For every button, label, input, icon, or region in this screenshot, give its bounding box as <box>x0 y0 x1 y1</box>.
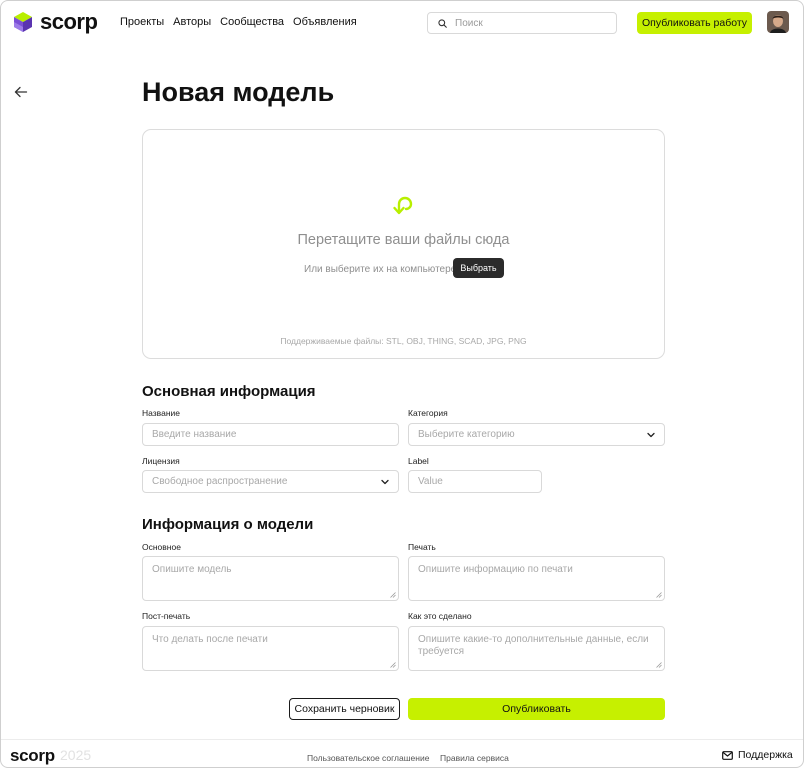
basic-info-title: Основная информация <box>142 383 316 400</box>
file-dropzone[interactable]: Перетащите ваши файлы сюда Или выберите … <box>142 129 665 359</box>
page-title: Новая модель <box>142 77 335 107</box>
resize-grip-icon[interactable] <box>390 662 396 668</box>
footer: scorp 2025 Пользовательское соглашение П… <box>1 739 803 767</box>
logo[interactable]: scorp <box>13 9 98 34</box>
footer-logo[interactable]: scorp <box>10 746 55 766</box>
name-label: Название <box>142 408 180 418</box>
save-draft-button[interactable]: Сохранить черновик <box>289 698 400 720</box>
label-field-label: Label <box>408 456 429 466</box>
post-print-textarea[interactable] <box>142 626 399 671</box>
header: scorp Проекты Авторы Сообщества Объявлен… <box>1 1 803 45</box>
resize-grip-icon[interactable] <box>656 592 662 598</box>
back-arrow-icon[interactable] <box>13 84 29 100</box>
supported-formats: Поддерживаемые файлы: STL, OBJ, THING, S… <box>280 336 527 346</box>
search-input[interactable] <box>455 17 605 29</box>
name-input[interactable] <box>142 423 399 446</box>
service-rules-link[interactable]: Правила сервиса <box>440 753 509 763</box>
nav-item-projects[interactable]: Проекты <box>120 16 164 29</box>
avatar[interactable] <box>767 11 789 33</box>
main-description-textarea[interactable] <box>142 556 399 601</box>
publish-work-button[interactable]: Опубликовать работу <box>637 12 752 34</box>
dropzone-title: Перетащите ваши файлы сюда <box>297 232 510 248</box>
main-description-label: Основное <box>142 542 181 552</box>
resize-grip-icon[interactable] <box>390 592 396 598</box>
print-info-label: Печать <box>408 542 436 552</box>
how-made-textarea[interactable] <box>408 626 665 671</box>
support-label: Поддержка <box>738 749 793 761</box>
category-select[interactable]: Выберите категорию <box>408 423 665 446</box>
label-value-input[interactable] <box>408 470 542 493</box>
how-made-label: Как это сделано <box>408 611 472 621</box>
support-link[interactable]: Поддержка <box>722 749 793 761</box>
app-window: scorp Проекты Авторы Сообщества Объявлен… <box>0 0 804 768</box>
logo-cube-icon <box>14 12 32 32</box>
post-print-label: Пост-печать <box>142 611 191 621</box>
footer-year: 2025 <box>60 747 92 763</box>
nav-item-authors[interactable]: Авторы <box>173 16 211 29</box>
nav-item-announcements[interactable]: Объявления <box>293 16 357 29</box>
print-info-textarea[interactable] <box>408 556 665 601</box>
nav-item-communities[interactable]: Сообщества <box>220 16 284 29</box>
chevron-down-icon <box>647 432 655 437</box>
search-icon <box>438 18 447 28</box>
main-nav: Проекты Авторы Сообщества Объявления <box>120 16 366 29</box>
mail-icon <box>722 750 733 760</box>
resize-grip-icon[interactable] <box>656 662 662 668</box>
logo-text: scorp <box>40 9 98 34</box>
category-label: Категория <box>408 408 448 418</box>
dropzone-subtitle: Или выберите их на компьютере <box>304 264 457 275</box>
user-agreement-link[interactable]: Пользовательское соглашение <box>307 753 429 763</box>
avatar-image <box>767 11 789 33</box>
search-box[interactable] <box>427 12 617 34</box>
upload-arrow-icon <box>393 196 413 215</box>
model-info-title: Информация о модели <box>142 516 314 533</box>
choose-files-button[interactable]: Выбрать <box>453 258 504 278</box>
license-select[interactable]: Свободное распространение <box>142 470 399 493</box>
category-select-placeholder: Выберите категорию <box>418 429 515 440</box>
publish-button[interactable]: Опубликовать <box>408 698 665 720</box>
license-select-value: Свободное распространение <box>152 476 288 487</box>
license-label: Лицензия <box>142 456 180 466</box>
chevron-down-icon <box>381 479 389 484</box>
